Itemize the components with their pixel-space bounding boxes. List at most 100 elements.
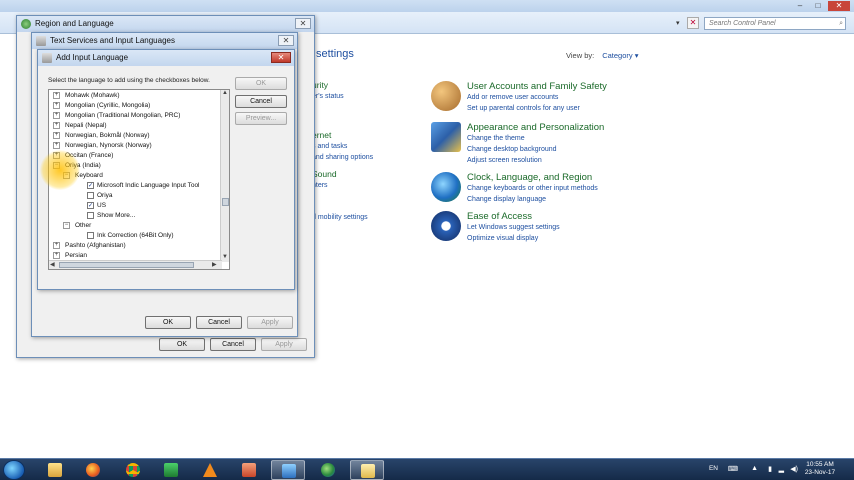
- expand-icon[interactable]: +: [53, 112, 60, 119]
- category-link-partial[interactable]: s and tasks: [312, 143, 347, 150]
- keyboard-icon[interactable]: ⌨: [728, 465, 738, 473]
- maximize-button[interactable]: □: [810, 1, 826, 11]
- scroll-right-icon[interactable]: ▶: [212, 261, 217, 268]
- explorer-icon[interactable]: [38, 460, 72, 480]
- window-controls: – □ ✕: [792, 1, 850, 11]
- media-player-icon[interactable]: [154, 460, 188, 480]
- expand-icon[interactable]: +: [53, 142, 60, 149]
- folder-app-icon[interactable]: [350, 460, 384, 480]
- clock-globe-icon: [431, 172, 461, 202]
- scroll-left-icon[interactable]: ◀: [50, 261, 55, 268]
- checkbox[interactable]: [87, 232, 94, 239]
- close-button[interactable]: ✕: [828, 1, 850, 11]
- apply-button[interactable]: Apply: [247, 316, 293, 329]
- instruction-text: Select the language to add using the che…: [48, 77, 210, 84]
- checkbox[interactable]: ✓: [87, 202, 94, 209]
- close-button[interactable]: ✕: [271, 52, 291, 63]
- category-title[interactable]: User Accounts and Family Safety: [467, 81, 607, 92]
- globe-app-icon[interactable]: [311, 460, 345, 480]
- volume-icon[interactable]: ◀): [790, 465, 798, 473]
- language-indicator[interactable]: EN: [709, 465, 718, 472]
- tree-item-label: Microsoft Indic Language Input Tool: [97, 182, 200, 189]
- show-hidden-icons[interactable]: ▲: [751, 465, 758, 472]
- presentation-app-icon[interactable]: [232, 460, 266, 480]
- cancel-button[interactable]: Cancel: [196, 316, 242, 329]
- control-panel-icon[interactable]: [271, 460, 305, 480]
- scroll-thumb[interactable]: [222, 198, 229, 206]
- tree-item-label: Oriya: [97, 192, 113, 199]
- category-link[interactable]: Optimize visual display: [467, 235, 538, 242]
- firefox-icon[interactable]: [76, 460, 110, 480]
- close-button[interactable]: ✕: [278, 35, 294, 46]
- dialog-title: Region and Language: [35, 19, 114, 28]
- scroll-up-icon[interactable]: ▲: [222, 90, 228, 96]
- category-link[interactable]: Change display language: [467, 196, 546, 203]
- category-link-partial[interactable]: and sharing options: [312, 154, 373, 161]
- view-by-control[interactable]: View by: Category ▾: [566, 51, 639, 60]
- category-link[interactable]: Let Windows suggest settings: [467, 224, 560, 231]
- tree-item-label: Mohawk (Mohawk): [65, 92, 120, 99]
- apply-button[interactable]: Apply: [261, 338, 307, 351]
- view-by-dropdown[interactable]: Category ▾: [602, 51, 638, 60]
- category-title-partial[interactable]: Sound: [312, 169, 337, 179]
- tree-item-label: US: [97, 202, 107, 209]
- start-orb[interactable]: [3, 460, 25, 480]
- expand-icon[interactable]: +: [53, 252, 60, 259]
- category-title[interactable]: Clock, Language, and Region: [467, 172, 592, 183]
- clock-date: 23-Nov-17: [804, 469, 836, 476]
- preview-button[interactable]: Preview...: [235, 112, 287, 125]
- horizontal-scrollbar[interactable]: ◀ ▶: [49, 260, 222, 269]
- expand-icon[interactable]: +: [53, 122, 60, 129]
- checkbox[interactable]: [87, 192, 94, 199]
- cancel-button[interactable]: Cancel: [210, 338, 256, 351]
- scroll-down-icon[interactable]: ▼: [222, 254, 228, 260]
- chrome-icon[interactable]: [116, 460, 150, 480]
- expand-icon[interactable]: +: [53, 102, 60, 109]
- network-icon[interactable]: ▂: [779, 465, 784, 473]
- dialog-titlebar: Region and Language ✕: [17, 16, 314, 32]
- category-title[interactable]: Appearance and Personalization: [467, 122, 604, 133]
- collapse-icon[interactable]: −: [63, 222, 70, 229]
- vertical-scrollbar[interactable]: ▲ ▼: [220, 90, 229, 262]
- category-link-partial[interactable]: d mobility settings: [312, 214, 368, 221]
- dialog-titlebar: Text Services and Input Languages ✕: [32, 33, 297, 49]
- category-link[interactable]: Change the theme: [467, 135, 525, 142]
- minimize-button[interactable]: –: [792, 1, 808, 11]
- expand-icon[interactable]: +: [53, 242, 60, 249]
- clear-address-icon[interactable]: ✕: [687, 17, 699, 29]
- dialog-title: Add Input Language: [56, 53, 129, 62]
- ok-button[interactable]: OK: [235, 77, 287, 90]
- tree-item-label: Ink Correction (64Bit Only): [97, 232, 174, 239]
- scroll-thumb[interactable]: [59, 262, 194, 268]
- category-link[interactable]: Change desktop background: [467, 146, 557, 153]
- ok-button[interactable]: OK: [145, 316, 191, 329]
- search-icon[interactable]: ⌕: [839, 18, 843, 29]
- battery-icon[interactable]: ▮: [768, 465, 772, 473]
- tree-item-label: Pashto (Afghanistan): [65, 242, 126, 249]
- cancel-button[interactable]: Cancel: [235, 95, 287, 108]
- expand-icon[interactable]: +: [53, 132, 60, 139]
- checkbox[interactable]: [87, 212, 94, 219]
- category-title[interactable]: Ease of Access: [467, 211, 532, 222]
- category-link[interactable]: Add or remove user accounts: [467, 94, 558, 101]
- tree-item-label: Norwegian, Nynorsk (Norway): [65, 142, 152, 149]
- tree-item-label: Show More...: [97, 212, 136, 219]
- address-dropdown-icon[interactable]: ▾: [676, 19, 680, 27]
- clock[interactable]: 10:55 AM 23-Nov-17: [798, 461, 842, 477]
- globe-icon: [21, 19, 31, 29]
- search-input[interactable]: Search Control Panel ⌕: [704, 17, 846, 30]
- tree-item-label: Mongolian (Traditional Mongolian, PRC): [65, 112, 181, 119]
- control-panel-titlebar: – □ ✕: [0, 0, 854, 12]
- keyboard-icon: [36, 36, 46, 46]
- expand-icon[interactable]: +: [53, 92, 60, 99]
- category-link[interactable]: Adjust screen resolution: [467, 157, 542, 164]
- keyboard-icon: [42, 53, 52, 63]
- clock-time: 10:55 AM: [806, 461, 834, 468]
- close-button[interactable]: ✕: [295, 18, 311, 29]
- vlc-icon[interactable]: [193, 460, 227, 480]
- category-link[interactable]: Set up parental controls for any user: [467, 105, 580, 112]
- checkbox[interactable]: ✓: [87, 182, 94, 189]
- ok-button[interactable]: OK: [159, 338, 205, 351]
- category-link-partial[interactable]: er's status: [312, 93, 344, 100]
- category-link[interactable]: Change keyboards or other input methods: [467, 185, 598, 192]
